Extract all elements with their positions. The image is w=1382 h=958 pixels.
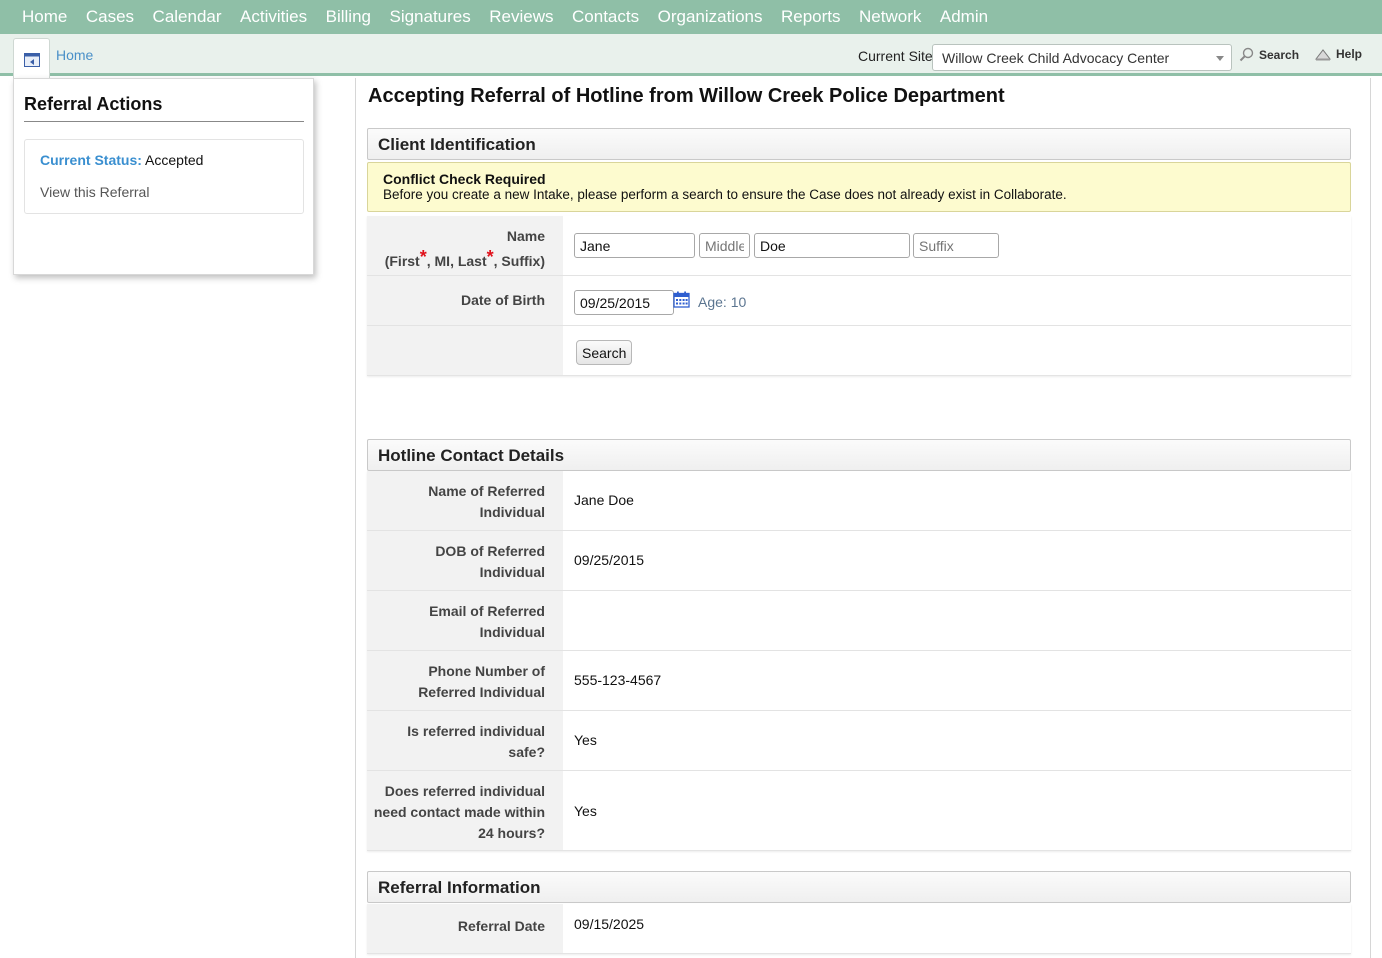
referral-date-label: Referral Date — [367, 904, 563, 953]
middle-name-input[interactable] — [699, 233, 750, 258]
referral-information-heading: Referral Information — [367, 871, 1351, 903]
hotline-row-label: Name of Referred Individual — [367, 471, 563, 530]
referred-dob-value: 09/25/2015 — [574, 552, 645, 568]
search-row: Search — [367, 326, 1351, 376]
label-line: Referred Individual — [418, 684, 545, 700]
current-status-key: Current Status: — [40, 152, 142, 168]
search-label: Search — [1259, 47, 1300, 62]
conflict-check-alert: Conflict Check Required Before you creat… — [367, 162, 1351, 212]
main-panel: Accepting Referral of Hotline from Willo… — [355, 78, 1371, 958]
nav-calendar[interactable]: Calendar — [153, 7, 222, 27]
breadcrumb-home[interactable]: Home — [56, 47, 93, 63]
hotline-row-label: Phone Number of Referred Individual — [367, 651, 563, 710]
label-line: safe? — [508, 744, 545, 760]
alert-title: Conflict Check Required — [383, 171, 546, 187]
dob-input[interactable] — [574, 290, 674, 315]
name-label: Name (First*, MI, Last*, Suffix) — [367, 216, 563, 275]
label-line: Individual — [479, 624, 545, 640]
referral-date-row: Referral Date 09/15/2025 — [367, 904, 1351, 954]
calendar-icon[interactable] — [673, 291, 690, 308]
label-line: Phone Number of — [428, 663, 545, 679]
current-site-label: Current Site — [858, 48, 933, 64]
search-row-label — [367, 326, 563, 375]
hotline-row: DOB of Referred Individual 09/25/2015 — [367, 531, 1351, 591]
status-box: Current Status: Accepted View this Refer… — [24, 139, 304, 214]
current-site-select[interactable]: Willow Creek Child Advocacy Center — [932, 44, 1232, 71]
nav-activities[interactable]: Activities — [240, 7, 307, 27]
current-site-value: Willow Creek Child Advocacy Center — [942, 50, 1170, 66]
label-line: DOB of Referred — [435, 543, 545, 559]
chevron-down-icon — [1216, 56, 1224, 61]
alert-text: Before you create a new Intake, please p… — [383, 187, 1067, 202]
hotline-row: Phone Number of Referred Individual 555-1… — [367, 651, 1351, 711]
label-line: 24 hours? — [478, 825, 545, 841]
hotline-row: Name of Referred Individual Jane Doe — [367, 471, 1351, 531]
label-line: Is referred individual — [407, 723, 545, 739]
referral-actions-title: Referral Actions — [24, 94, 304, 122]
dob-row: Date of Birth Age: 10 — [367, 276, 1351, 326]
hotline-row: Is referred individual safe? Yes — [367, 711, 1351, 771]
label-line: Individual — [479, 504, 545, 520]
search-icon — [1239, 47, 1254, 62]
referred-name-value: Jane Doe — [574, 492, 634, 508]
hotline-row-label: Is referred individual safe? — [367, 711, 563, 770]
suffix-input[interactable] — [913, 233, 999, 258]
current-status-value: Accepted — [145, 152, 204, 168]
label-line: Email of Referred — [429, 603, 545, 619]
name-label-line1: Name — [506, 228, 545, 244]
help-button[interactable]: Help — [1315, 47, 1362, 61]
referral-date-value: 09/15/2025 — [574, 916, 645, 932]
nav-home[interactable]: Home — [22, 7, 67, 27]
dob-label: Date of Birth — [367, 276, 563, 325]
page-title: Accepting Referral of Hotline from Willo… — [368, 85, 1005, 107]
label-line: Individual — [479, 564, 545, 580]
nav-contacts[interactable]: Contacts — [572, 7, 639, 27]
name-row: Name (First*, MI, Last*, Suffix) — [367, 216, 1351, 276]
collapse-panel-icon — [24, 53, 40, 67]
client-identification-heading: Client Identification — [367, 128, 1351, 160]
last-name-input[interactable] — [754, 233, 910, 258]
age-text: Age: 10 — [698, 294, 747, 310]
hotline-row-label: DOB of Referred Individual — [367, 531, 563, 590]
label-line: Name of Referred — [428, 483, 545, 499]
referred-contact-24h-value: Yes — [574, 803, 597, 819]
label-line: Does referred individual — [384, 783, 545, 799]
search-button[interactable]: Search — [1239, 47, 1299, 62]
first-name-input[interactable] — [574, 233, 695, 258]
referred-safe-value: Yes — [574, 732, 597, 748]
hotline-row-label: Does referred individual need contact mad… — [367, 771, 563, 850]
nav-admin[interactable]: Admin — [940, 7, 988, 27]
conflict-search-button[interactable]: Search — [576, 340, 633, 365]
nav-organizations[interactable]: Organizations — [658, 7, 763, 27]
current-status: Current Status: Accepted — [40, 152, 203, 168]
name-label-suffix: , Suffix) — [493, 253, 545, 269]
nav-cases[interactable]: Cases — [86, 7, 134, 27]
nav-billing[interactable]: Billing — [326, 7, 371, 27]
nav-reports[interactable]: Reports — [781, 7, 841, 27]
top-nav: Home Cases Calendar Activities Billing S… — [0, 0, 1382, 34]
nav-signatures[interactable]: Signatures — [389, 7, 470, 27]
required-mark: * — [419, 247, 427, 267]
referral-actions-panel: Referral Actions Current Status: Accepte… — [13, 78, 314, 275]
nav-reviews[interactable]: Reviews — [489, 7, 553, 27]
hotline-row-label: Email of Referred Individual — [367, 591, 563, 650]
hotline-row: Does referred individual need contact mad… — [367, 771, 1351, 851]
label-line: need contact made within — [373, 804, 545, 820]
help-label: Help — [1336, 47, 1363, 61]
referred-phone-value: 555-123-4567 — [574, 672, 662, 688]
sub-bar: Home Current Site Willow Creek Child Adv… — [0, 34, 1382, 84]
name-label-first: (First — [384, 253, 420, 269]
hotline-row: Email of Referred Individual — [367, 591, 1351, 651]
required-mark: * — [486, 247, 494, 267]
help-icon — [1315, 48, 1331, 60]
name-label-last: , MI, Last — [426, 253, 487, 269]
view-referral-link[interactable]: View this Referral — [40, 184, 149, 200]
nav-network[interactable]: Network — [859, 7, 921, 27]
hotline-contact-heading: Hotline Contact Details — [367, 439, 1351, 471]
